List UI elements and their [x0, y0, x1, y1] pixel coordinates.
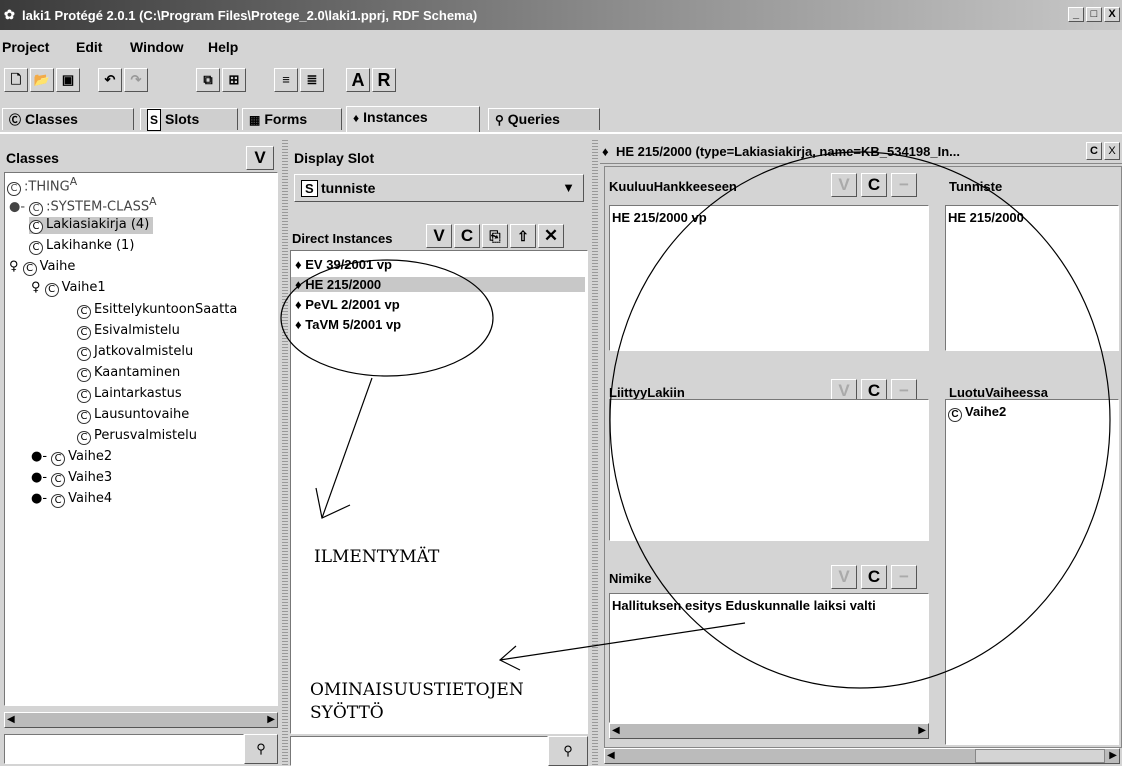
annotation-input-label-1: OMINAISUUSTIETOJEN [310, 680, 524, 700]
instances-circle-annotation [280, 259, 494, 377]
annotation-overlay [280, 151, 1111, 689]
annotation-arrow [499, 622, 746, 661]
annotation-arrowhead [315, 487, 351, 519]
form-circle-annotation [609, 151, 1111, 689]
annotation-instances-label: ILMENTYMÄT [314, 547, 440, 567]
annotation-arrow [321, 377, 373, 519]
annotation-input-label-2: SYÖTTÖ [310, 703, 384, 723]
